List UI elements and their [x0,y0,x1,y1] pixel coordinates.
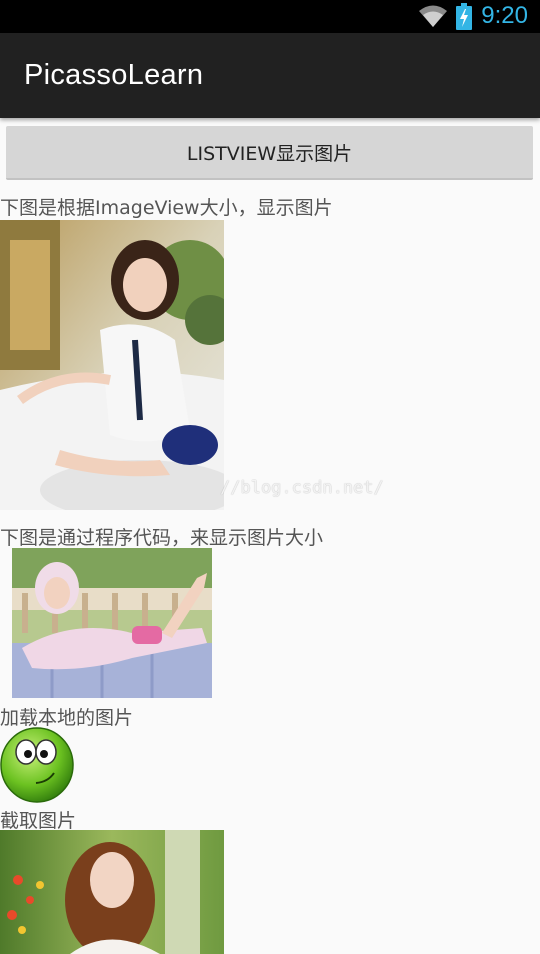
green-smiley-icon [0,727,74,803]
photo-girl-kneeling-white-shirt [0,220,224,510]
listview-button[interactable]: LISTVIEW显示图片 [6,126,533,180]
photo-girl-lying-pink-hoodie [12,548,212,698]
photo-girl-flowers-cropped [0,830,224,954]
status-bar: 9:20 [0,0,540,33]
status-time: 9:20 [481,2,528,29]
app-title: PicassoLearn [24,59,204,91]
section-label-crop-image: 截取图片 [0,810,77,832]
battery-icon [456,3,472,30]
action-bar: PicassoLearn [0,33,540,118]
section-label-imageview-size: 下图是根据ImageView大小，显示图片 [0,197,333,219]
watermark-text: //blog.csdn.net/ [220,478,384,498]
section-label-program-code: 下图是通过程序代码，来显示图片大小 [0,527,324,549]
section-label-local-image: 加载本地的图片 [0,707,134,729]
wifi-icon [419,5,447,27]
